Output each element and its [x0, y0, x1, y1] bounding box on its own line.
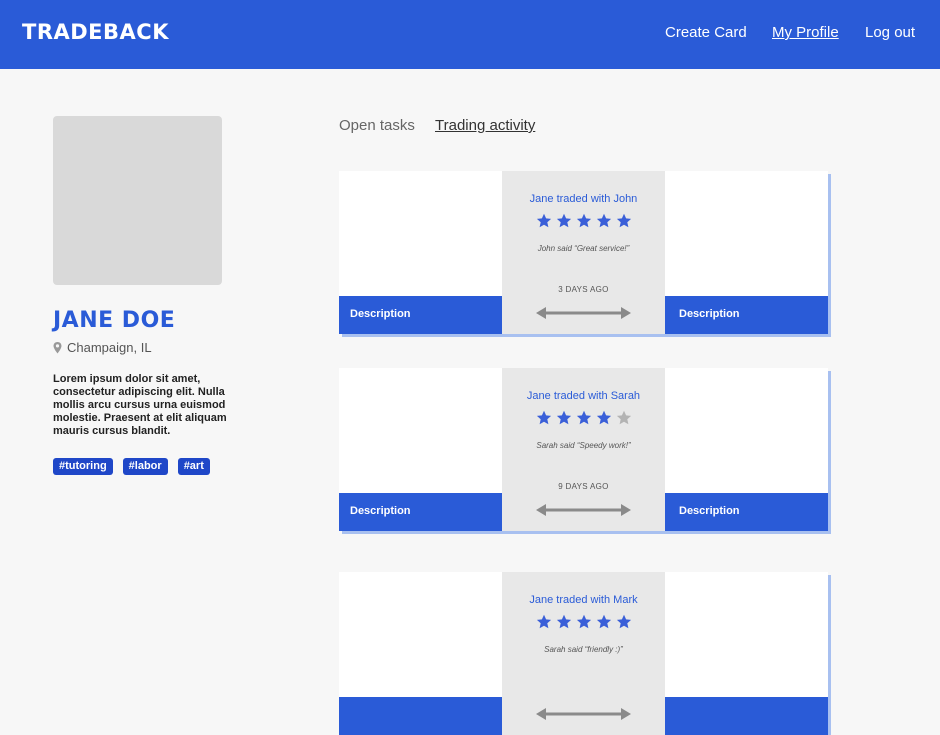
star-icon [616, 410, 631, 425]
trade-right-description: Description [665, 493, 828, 531]
double-arrow-icon [536, 708, 631, 720]
trade-left-panel: Description [339, 368, 502, 531]
trade-right-description: Description [665, 296, 828, 334]
top-navigation-bar: TRADEBACK Create Card My Profile Log out [0, 0, 940, 69]
my-profile-link[interactable]: My Profile [772, 24, 839, 41]
trade-left-description [339, 697, 502, 735]
star-icon [576, 410, 591, 425]
profile-name: JANE DOE [53, 308, 176, 333]
trade-title: Jane traded with Mark [529, 594, 638, 606]
trade-rating [502, 614, 665, 630]
star-icon [596, 213, 611, 228]
trade-rating [502, 410, 665, 426]
double-arrow-icon [536, 307, 631, 319]
star-icon [596, 614, 611, 629]
tab-open-tasks[interactable]: Open tasks [339, 117, 415, 134]
trade-right-panel: Description [665, 368, 828, 531]
double-arrow-icon [536, 504, 631, 516]
trade-summary: Jane traded with Mark Sarah said “friendl… [502, 572, 665, 735]
trade-time: 9 DAYS AGO [558, 482, 609, 491]
trade-right-panel [665, 572, 828, 735]
tag-labor[interactable]: #labor [122, 458, 168, 475]
star-icon [536, 410, 551, 425]
trade-summary: Jane traded with Sarah Sarah said “Speedy… [502, 368, 665, 531]
star-icon [616, 213, 631, 228]
trade-title: Jane traded with Sarah [526, 390, 641, 402]
star-icon [536, 213, 551, 228]
trade-left-panel: Description [339, 171, 502, 334]
star-icon [536, 614, 551, 629]
profile-avatar [53, 116, 222, 285]
trade-right-description [665, 697, 828, 735]
trade-quote: Sarah said “friendly :)” [544, 645, 623, 654]
trade-time: 3 DAYS AGO [558, 285, 609, 294]
trade-quote: Sarah said “Speedy work!” [536, 441, 631, 450]
star-icon [616, 614, 631, 629]
trade-title: Jane traded with John [529, 193, 638, 205]
profile-bio: Lorem ipsum dolor sit amet, consectetur … [53, 373, 227, 437]
trade-rating [502, 213, 665, 229]
create-card-link[interactable]: Create Card [665, 24, 747, 41]
star-icon [556, 614, 571, 629]
star-icon [596, 410, 611, 425]
log-out-link[interactable]: Log out [865, 24, 915, 41]
trade-left-panel [339, 572, 502, 735]
tab-trading-activity[interactable]: Trading activity [435, 117, 535, 134]
tag-art[interactable]: #art [177, 458, 210, 475]
profile-location: Champaign, IL [53, 340, 152, 355]
star-icon [576, 213, 591, 228]
map-pin-icon [53, 341, 62, 353]
trade-right-panel: Description [665, 171, 828, 334]
location-text: Champaign, IL [67, 340, 152, 355]
trade-left-description: Description [339, 296, 502, 334]
app-logo[interactable]: TRADEBACK [22, 20, 169, 44]
trade-card[interactable]: Description Jane traded with Sarah Sarah s… [339, 368, 828, 531]
profile-tags: #tutoring #labor #art [53, 458, 210, 475]
trade-left-description: Description [339, 493, 502, 531]
tag-tutoring[interactable]: #tutoring [53, 458, 113, 475]
trade-card[interactable]: Description Jane traded with John John sai… [339, 171, 828, 334]
trade-card[interactable]: Jane traded with Mark Sarah said “friendl… [339, 572, 828, 735]
star-icon [576, 614, 591, 629]
trade-summary: Jane traded with John John said “Great se… [502, 171, 665, 334]
star-icon [556, 410, 571, 425]
star-icon [556, 213, 571, 228]
trade-quote: John said “Great service!” [537, 244, 630, 253]
